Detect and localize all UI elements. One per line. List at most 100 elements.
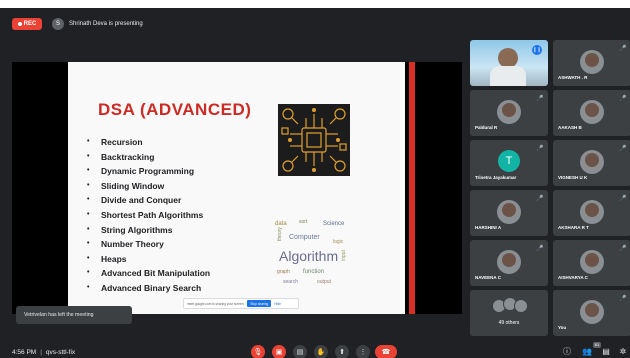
participant-tile[interactable]: 🎤 ASHWATH . R — [553, 40, 630, 86]
participant-name: Paldural R — [475, 125, 498, 130]
participant-tile[interactable]: 🎤 VIGNESH U K — [553, 140, 630, 186]
participant-video — [498, 48, 518, 68]
mic-off-icon: 🎤 — [619, 46, 627, 52]
presentation-stage[interactable]: DSA (ADVANCED) • Recursion • Backtracking • D… — [12, 62, 462, 314]
participant-tile[interactable]: 🎤 AISHVARYA C — [553, 240, 630, 286]
participant-tile[interactable]: 🎤 HARSHINI A — [470, 190, 548, 236]
participant-tile[interactable]: 🎤 AAKASH B — [553, 90, 630, 136]
participant-avatar — [497, 200, 521, 224]
participant-name: AISHVARYA C — [558, 275, 588, 280]
svg-text:Science: Science — [323, 221, 345, 227]
screen-share-bar: meet.google.com is sharing your screen. … — [183, 298, 299, 309]
participant-avatar — [580, 200, 604, 224]
participant-tile[interactable]: 🎤 Paldural R — [470, 90, 548, 136]
end-call-button[interactable]: ☎ — [375, 345, 397, 358]
svg-text:data: data — [275, 221, 287, 227]
present-button[interactable]: ⬆ — [335, 345, 349, 358]
mic-off-icon: 🎤 — [536, 96, 544, 102]
topic-item: • Shortest Path Algorithms — [87, 208, 210, 223]
bullet-icon: • — [87, 283, 90, 291]
topic-label: String Algorithms — [101, 224, 173, 235]
camera-toggle-button[interactable]: ▣ — [272, 345, 286, 358]
notification-toast: Vetrivelan has left the meeting — [16, 306, 132, 324]
info-icon[interactable]: ⓘ — [562, 347, 572, 357]
mic-off-icon: 🎤 — [619, 296, 627, 302]
bullet-icon: • — [87, 225, 90, 233]
slide-title: DSA (ADVANCED) — [98, 100, 252, 119]
chat-icon[interactable]: ▤ — [601, 347, 611, 357]
mic-off-icon: 🎤 — [619, 146, 627, 152]
topic-label: Shortest Path Algorithms — [101, 209, 204, 220]
presenting-banner: S Shrinath Deva is presenting — [52, 17, 143, 31]
participant-name: AKSHARA R T — [558, 225, 589, 230]
participant-tile[interactable]: 🎤 NAVEENA C — [470, 240, 548, 286]
more-options-button[interactable]: ⋮ — [356, 345, 370, 358]
topic-label: Advanced Bit Manipulation — [101, 268, 211, 279]
stop-sharing-button[interactable]: Stop sharing — [247, 300, 272, 307]
svg-text:Algorithm: Algorithm — [279, 248, 338, 264]
present-icon: ⬆ — [339, 349, 345, 356]
topic-item: • Heaps — [87, 252, 210, 267]
participant-name: NAVEENA C — [475, 275, 502, 280]
topic-item: • String Algorithms — [87, 223, 210, 238]
recording-badge: REC — [12, 18, 42, 30]
recording-label: REC — [23, 21, 37, 27]
mic-off-icon: 🎤 — [619, 96, 627, 102]
bullet-icon: • — [87, 269, 90, 277]
svg-text:Computer: Computer — [289, 234, 320, 241]
topic-item: • Divide and Conquer — [87, 193, 210, 208]
participant-avatar — [580, 100, 604, 124]
svg-text:function: function — [303, 269, 324, 275]
participant-tile[interactable]: ❙❙ — [470, 40, 548, 86]
participant-avatar — [497, 100, 521, 124]
topic-list: • Recursion • Backtracking • Dynamic Programm… — [87, 135, 210, 296]
participant-name: HARSHINI A — [475, 225, 502, 230]
topic-item: • Advanced Bit Manipulation — [87, 266, 210, 281]
participant-avatar — [580, 300, 604, 324]
participant-letter-avatar: T — [498, 150, 520, 172]
participant-name: ASHWATH . R — [558, 75, 588, 80]
participant-tile[interactable]: 🎤 You — [553, 290, 630, 336]
participant-tile[interactable]: 🎤 AKSHARA R T — [553, 190, 630, 236]
meeting-code[interactable]: qvs-sttl-fix — [46, 349, 75, 356]
mic-off-icon: 🎤 — [536, 146, 544, 152]
activities-icon[interactable]: ✲ — [618, 347, 628, 357]
mic-off-icon: 🎙 — [253, 349, 263, 356]
topic-label: Advanced Binary Search — [101, 282, 202, 293]
svg-text:output: output — [317, 279, 332, 285]
participant-avatar — [497, 250, 521, 274]
svg-text:sort: sort — [299, 219, 308, 225]
avatar — [514, 299, 528, 313]
svg-text:theory: theory — [277, 227, 283, 241]
camera-off-icon: ▣ — [275, 349, 283, 356]
end-call-icon: ☎ — [381, 349, 391, 356]
presenting-text: Shrinath Deva is presenting — [69, 21, 143, 27]
mic-off-icon: 🎤 — [536, 196, 544, 202]
meeting-details: 4:56 PM | qvs-sttl-fix — [12, 349, 75, 356]
topic-item: • Recursion — [87, 135, 210, 150]
captions-button[interactable]: ▤ — [293, 345, 307, 358]
topic-label: Divide and Conquer — [101, 195, 182, 206]
raise-hand-button[interactable]: ✋ — [314, 345, 328, 358]
slide: DSA (ADVANCED) • Recursion • Backtracking • D… — [68, 62, 405, 314]
captions-icon: ▤ — [296, 349, 304, 356]
circuit-chip-illustration — [278, 104, 350, 176]
participant-name: 49 others — [498, 320, 520, 326]
record-dot-icon — [17, 22, 22, 26]
hide-share-bar-button[interactable]: Hide — [274, 302, 281, 306]
participant-name: AAKASH B — [558, 125, 582, 130]
bullet-icon: • — [87, 138, 90, 145]
mic-off-icon: 🎤 — [536, 246, 544, 252]
participant-tile[interactable]: T 🎤 Trinetra Jayakumar — [470, 140, 548, 186]
people-icon[interactable]: 👥 — [582, 347, 592, 357]
toast-message: Vetrivelan has left the meeting — [24, 312, 94, 318]
bullet-icon: • — [87, 240, 90, 248]
participant-name: Trinetra Jayakumar — [475, 175, 517, 180]
svg-text:logic: logic — [333, 239, 344, 245]
participant-tile[interactable]: 49 others — [470, 290, 548, 336]
bullet-icon: • — [87, 196, 90, 204]
slide-accent-bar — [409, 62, 415, 314]
mic-toggle-button[interactable]: 🎙 — [251, 345, 265, 358]
bullet-icon: • — [87, 152, 90, 160]
meet-window: REC S Shrinath Deva is presenting DSA (A… — [0, 8, 630, 358]
